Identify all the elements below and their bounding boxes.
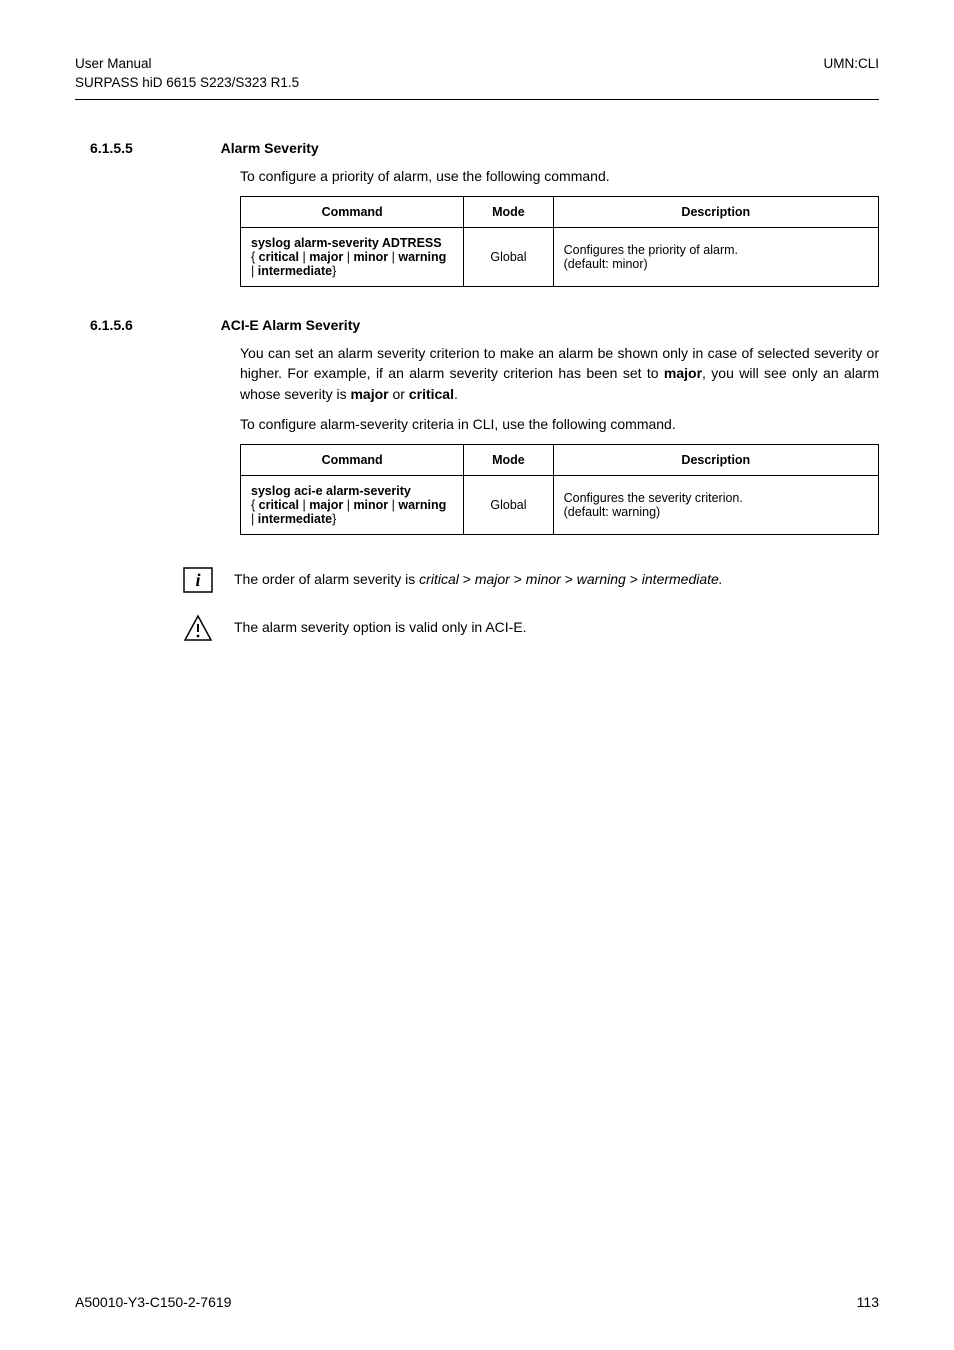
note-seq-item: major [475, 571, 510, 587]
note-pre: The order of alarm severity is [234, 571, 419, 587]
cell-mode: Global [464, 228, 553, 287]
cmd-opt: intermediate [258, 264, 332, 278]
cmd-opt: minor [353, 250, 388, 264]
th-description: Description [553, 445, 878, 476]
header-rule [75, 99, 879, 100]
desc-line2: (default: warning) [564, 505, 661, 519]
cmd-brace-open: { [251, 498, 255, 512]
table-header-row: Command Mode Description [241, 197, 879, 228]
section-heading-2: 6.1.5.6 ACI-E Alarm Severity [90, 317, 879, 333]
cmd-opt: intermediate [258, 512, 332, 526]
note-sep: > [626, 571, 642, 587]
p1f: critical [409, 386, 454, 402]
section1-table: Command Mode Description syslog alarm-se… [240, 196, 879, 287]
cmd-opt: warning [398, 498, 446, 512]
p1b: major [664, 365, 702, 381]
p1d: major [350, 386, 388, 402]
note-sep: > [510, 571, 526, 587]
table-row: syslog alarm-severity ADTRESS { critical… [241, 228, 879, 287]
section-number-2: 6.1.5.6 [90, 317, 133, 333]
info-icon: i [180, 565, 216, 595]
note-post: . [719, 571, 723, 587]
note-sep: > [561, 571, 577, 587]
caution-block: The alarm severity option is valid only … [180, 613, 879, 643]
footer-pagenum: 113 [857, 1294, 879, 1310]
cell-mode: Global [464, 476, 553, 535]
header-left: User Manual SURPASS hiD 6615 S223/S323 R… [75, 55, 299, 93]
svg-text:i: i [195, 570, 200, 590]
section-title-2: ACI-E Alarm Severity [221, 317, 361, 333]
th-command: Command [241, 197, 464, 228]
cmd-brace-close: } [332, 264, 336, 278]
cell-command: syslog alarm-severity ADTRESS { critical… [241, 228, 464, 287]
footer-docnum: A50010-Y3-C150-2-7619 [75, 1294, 231, 1310]
section-number-1: 6.1.5.5 [90, 140, 133, 156]
cell-description: Configures the severity criterion. (defa… [553, 476, 878, 535]
section-heading-1: 6.1.5.5 Alarm Severity [90, 140, 879, 156]
header-manual-title: User Manual [75, 55, 299, 74]
table-header-row: Command Mode Description [241, 445, 879, 476]
cmd-line1: syslog aci-e alarm-severity [251, 484, 411, 498]
main-content: 6.1.5.5 Alarm Severity To configure a pr… [240, 140, 879, 661]
cmd-brace-close: } [332, 512, 336, 526]
p1e: or [389, 386, 409, 402]
cmd-opt: minor [353, 498, 388, 512]
th-mode: Mode [464, 197, 553, 228]
p1g: . [454, 386, 458, 402]
desc-line1: Configures the severity criterion. [564, 491, 743, 505]
table-row: syslog aci-e alarm-severity { critical |… [241, 476, 879, 535]
cell-command: syslog aci-e alarm-severity { critical |… [241, 476, 464, 535]
th-description: Description [553, 197, 878, 228]
section-title-1: Alarm Severity [221, 140, 319, 156]
caution-text: The alarm severity option is valid only … [234, 613, 527, 637]
cmd-brace-open: { [251, 250, 255, 264]
th-command: Command [241, 445, 464, 476]
section2-para1: You can set an alarm severity criterion … [240, 343, 879, 404]
cmd-opt: critical [259, 250, 299, 264]
page-footer: A50010-Y3-C150-2-7619 113 [75, 1274, 879, 1310]
desc-line2: (default: minor) [564, 257, 648, 271]
cmd-line1: syslog alarm-severity ADTRESS [251, 236, 442, 250]
section2-table: Command Mode Description syslog aci-e al… [240, 444, 879, 535]
note-seq-item: critical [419, 571, 459, 587]
note-seq-item: intermediate [642, 571, 719, 587]
cell-description: Configures the priority of alarm. (defau… [553, 228, 878, 287]
header-right: UMN:CLI [823, 55, 879, 74]
note-block: i The order of alarm severity is critica… [180, 565, 879, 595]
desc-line1: Configures the priority of alarm. [564, 243, 738, 257]
note-text: The order of alarm severity is critical … [234, 565, 723, 589]
cmd-opt: warning [398, 250, 446, 264]
header-product-line: SURPASS hiD 6615 S223/S323 R1.5 [75, 74, 299, 93]
warning-icon [180, 613, 216, 643]
th-mode: Mode [464, 445, 553, 476]
section1-intro: To configure a priority of alarm, use th… [240, 166, 879, 186]
page-header: User Manual SURPASS hiD 6615 S223/S323 R… [75, 55, 879, 93]
note-seq-item: warning [577, 571, 626, 587]
note-seq-item: minor [526, 571, 561, 587]
cmd-opt: critical [259, 498, 299, 512]
cmd-opt: major [309, 250, 343, 264]
section2-intro2: To configure alarm-severity criteria in … [240, 414, 879, 434]
cmd-opt: major [309, 498, 343, 512]
note-sep: > [459, 571, 475, 587]
